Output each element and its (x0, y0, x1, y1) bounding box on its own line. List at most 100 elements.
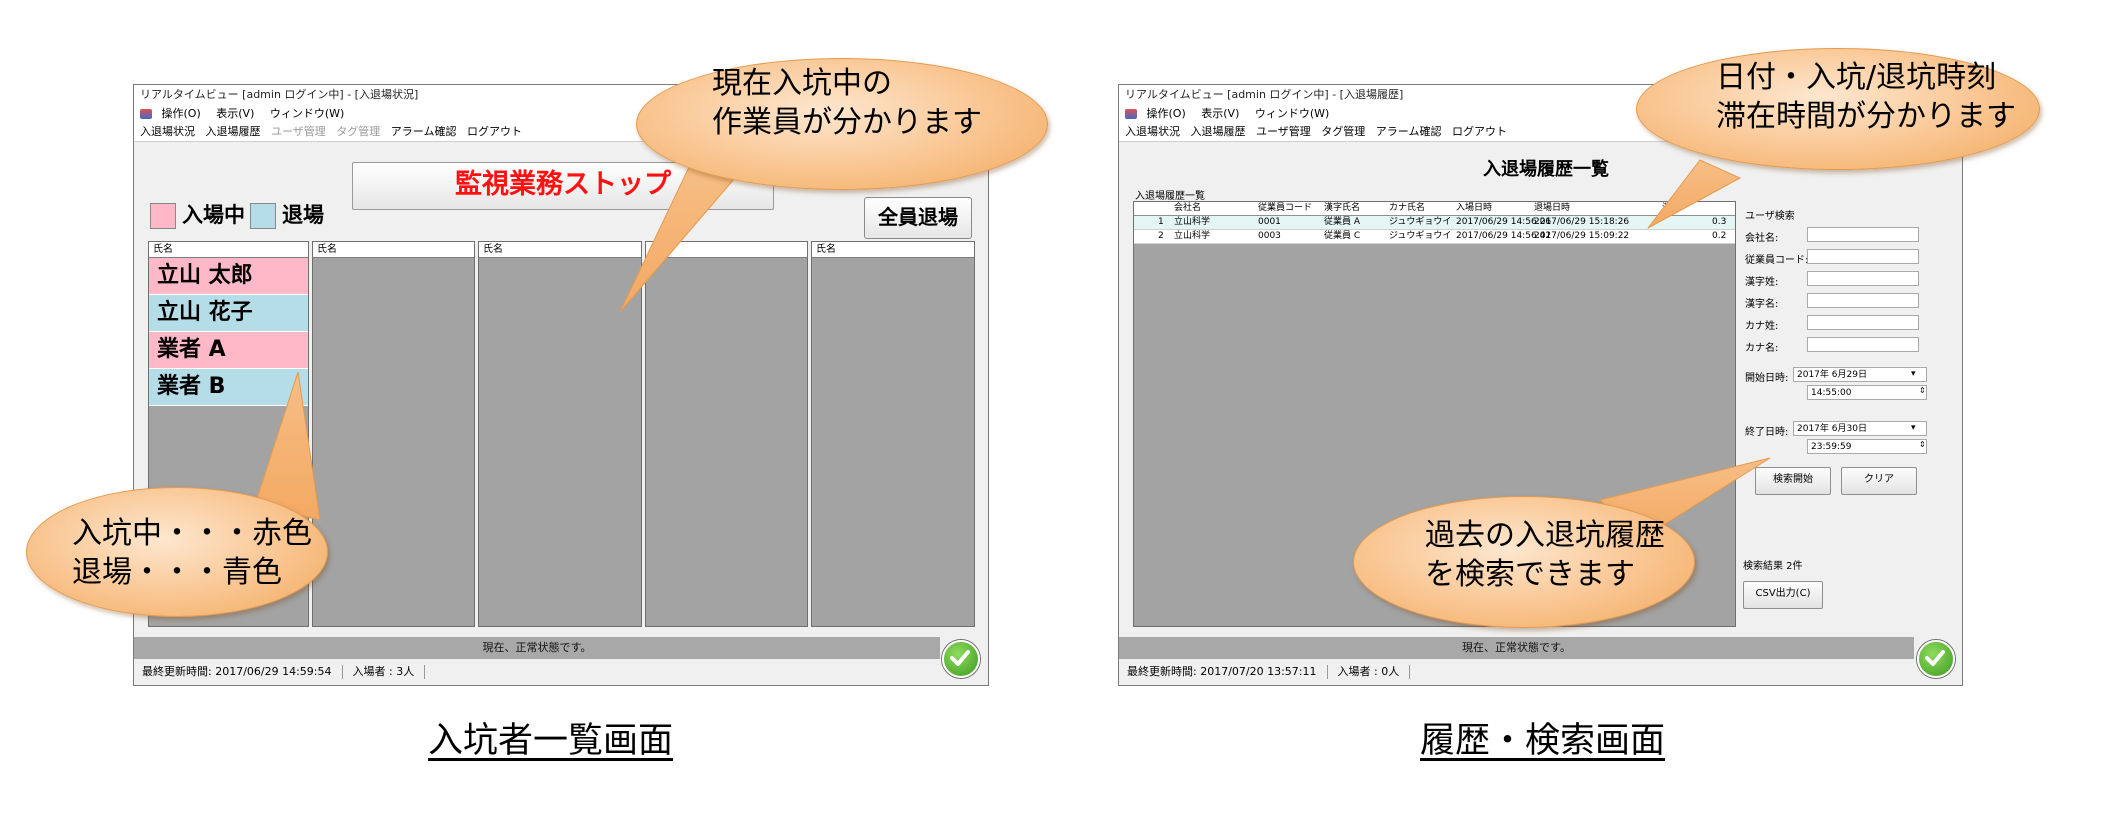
col-exit-time[interactable]: 退場日時 (1534, 202, 1570, 215)
cell-kana: ジュウギョウイン... (1389, 217, 1451, 227)
person-row[interactable]: 立山 太郎 (149, 258, 308, 295)
toolbar-user-admin[interactable]: ユーザ管理 (1256, 125, 1311, 138)
callout-left-bottom-line1: 入坑中・・・赤色 (72, 516, 312, 551)
person-row[interactable]: 業者 B (149, 369, 308, 406)
toolbar-entry-status[interactable]: 入退場状況 (140, 125, 195, 138)
user-search-panel: ユーザ検索 会社名: 従業員コード: 漢字姓: 漢字名: カナ姓: カナ名: 開… (1739, 201, 1949, 625)
menu-view[interactable]: 表示(V) (216, 107, 254, 120)
footer-bar: 最終更新時間: 2017/07/20 13:57:11 入場者 : 0人 (1119, 661, 1914, 683)
end-time-input[interactable]: 23:59:59 (1807, 439, 1927, 454)
kana-given-name-input[interactable] (1807, 337, 1919, 352)
field-label: カナ姓: (1745, 321, 1779, 332)
time-spin-icon[interactable]: ⇕ (1919, 386, 1926, 395)
start-date-picker[interactable]: 2017年 6月29日 (1793, 367, 1927, 382)
menu-view[interactable]: 表示(V) (1201, 107, 1239, 120)
kanji-surname-input[interactable] (1807, 271, 1919, 286)
end-datetime-label: 終了日時: (1745, 427, 1789, 438)
all-exit-button[interactable]: 全員退場 (864, 197, 972, 239)
kana-surname-input[interactable] (1807, 315, 1919, 330)
toolbar-tag-admin: タグ管理 (336, 125, 381, 138)
column-header: 氏名 (646, 242, 807, 258)
col-entry-time[interactable]: 入場日時 (1456, 202, 1492, 215)
start-time-input[interactable]: 14:55:00 (1807, 385, 1927, 400)
menu-window[interactable]: ウィンドウ(W) (270, 107, 344, 120)
start-datetime-label: 開始日時: (1745, 373, 1789, 384)
name-column-2: 氏名 (312, 241, 475, 627)
app-icon (140, 109, 152, 119)
name-column-3: 氏名 (478, 241, 642, 627)
end-date-picker[interactable]: 2017年 6月30日 (1793, 421, 1927, 436)
toolbar-logout[interactable]: ログアウト (467, 125, 522, 138)
entrant-count: 入場者 : 0人 (1337, 665, 1400, 678)
callout-right-bottom-line2: を検索できます (1425, 557, 1635, 592)
column-header: 氏名 (812, 242, 974, 258)
toolbar-tag-admin[interactable]: タグ管理 (1321, 125, 1365, 138)
col-stay[interactable]: 滞在 (1662, 202, 1680, 215)
col-code[interactable]: 従業員コード (1258, 202, 1312, 215)
footer-bar: 最終更新時間: 2017/06/29 14:59:54 入場者 : 3人 (134, 661, 940, 683)
legend-in-swatch (150, 203, 176, 229)
menu-window[interactable]: ウィンドウ(W) (1255, 107, 1329, 120)
person-row[interactable]: 立山 花子 (149, 295, 308, 332)
search-start-button[interactable]: 検索開始 (1755, 467, 1831, 495)
row-number: 2 (1158, 231, 1164, 241)
legend-in-label: 入場中 (182, 203, 245, 227)
toolbar-user-admin: ユーザ管理 (271, 125, 326, 138)
toolbar-entry-history[interactable]: 入退場履歴 (206, 125, 261, 138)
table-row[interactable]: 2 立山科学 0003 従業員 C ジュウギョウイン... 2017/06/29… (1134, 230, 1735, 244)
search-title: ユーザ検索 (1745, 211, 1795, 222)
ok-check-icon (942, 640, 980, 678)
cell-stay: 0.2 (1712, 231, 1727, 241)
menu-operation[interactable]: 操作(O) (162, 107, 201, 120)
field-label: 漢字名: (1745, 299, 1779, 310)
name-column-4: 氏名 (645, 241, 808, 627)
callout-right-bottom-line1: 過去の入退坑履歴 (1425, 518, 1665, 553)
col-kanji-name[interactable]: 漢字氏名 (1324, 202, 1360, 215)
company-name-input[interactable] (1807, 227, 1919, 242)
cell-company: 立山科学 (1174, 231, 1211, 241)
calendar-dropdown-icon[interactable]: ▾ (1911, 369, 1916, 379)
toolbar-logout[interactable]: ログアウト (1452, 125, 1507, 138)
entrant-count: 入場者 : 3人 (352, 665, 415, 678)
field-label: カナ名: (1745, 343, 1779, 354)
name-column-5: 氏名 (811, 241, 975, 627)
col-company[interactable]: 会社名 (1174, 202, 1201, 215)
cell-code: 0001 (1258, 217, 1281, 227)
cell-company: 立山科学 (1174, 217, 1211, 227)
callout-left-top-line2: 作業員が分かります (712, 105, 982, 140)
toolbar-entry-status[interactable]: 入退場状況 (1125, 125, 1180, 138)
clear-button[interactable]: クリア (1841, 467, 1917, 495)
table-row[interactable]: 1 立山科学 0001 従業員 A ジュウギョウイン... 2017/06/29… (1134, 216, 1735, 230)
col-kana-name[interactable]: カナ氏名 (1389, 202, 1425, 215)
csv-export-button[interactable]: CSV出力(C) (1743, 581, 1823, 609)
status-message: 現在、正常状態です。 (134, 637, 940, 659)
menu-operation[interactable]: 操作(O) (1147, 107, 1186, 120)
column-header: 氏名 (313, 242, 474, 258)
legend-out-swatch (250, 203, 276, 229)
last-updated: 最終更新時間: 2017/06/29 14:59:54 (142, 665, 332, 678)
legend-out-label: 退場 (282, 203, 324, 227)
toolbar-entry-history[interactable]: 入退場履歴 (1191, 125, 1246, 138)
callout-left-bottom-line2: 退場・・・青色 (72, 555, 282, 590)
person-row[interactable]: 業者 A (149, 332, 308, 369)
calendar-dropdown-icon[interactable]: ▾ (1911, 423, 1916, 433)
ok-check-icon (1917, 640, 1955, 678)
kanji-given-name-input[interactable] (1807, 293, 1919, 308)
caption-entrant-list: 入坑者一覧画面 (428, 721, 674, 761)
last-updated: 最終更新時間: 2017/07/20 13:57:11 (1127, 665, 1317, 678)
column-header: 氏名 (479, 242, 641, 258)
cell-kana: ジュウギョウイン... (1389, 231, 1451, 241)
cell-code: 0003 (1258, 231, 1281, 241)
callout-right-top-line2: 滞在時間が分かります (1716, 99, 2016, 134)
employee-code-input[interactable] (1807, 249, 1919, 264)
cell-exit-time: 2017/06/29 15:18:26 (1534, 217, 1630, 227)
time-spin-icon[interactable]: ⇕ (1919, 440, 1926, 449)
toolbar-alarm-check[interactable]: アラーム確認 (1376, 125, 1442, 138)
list-label: 入退場履歴一覧 (1135, 191, 1205, 202)
callout-right-top-line1: 日付・入坑/退坑時刻 (1716, 60, 1997, 95)
app-icon (1125, 109, 1137, 119)
page-title: 入退場履歴一覧 (1483, 159, 1609, 180)
status-message: 現在、正常状態です。 (1119, 637, 1914, 659)
toolbar-alarm-check[interactable]: アラーム確認 (391, 125, 457, 138)
column-header: 氏名 (149, 242, 308, 258)
